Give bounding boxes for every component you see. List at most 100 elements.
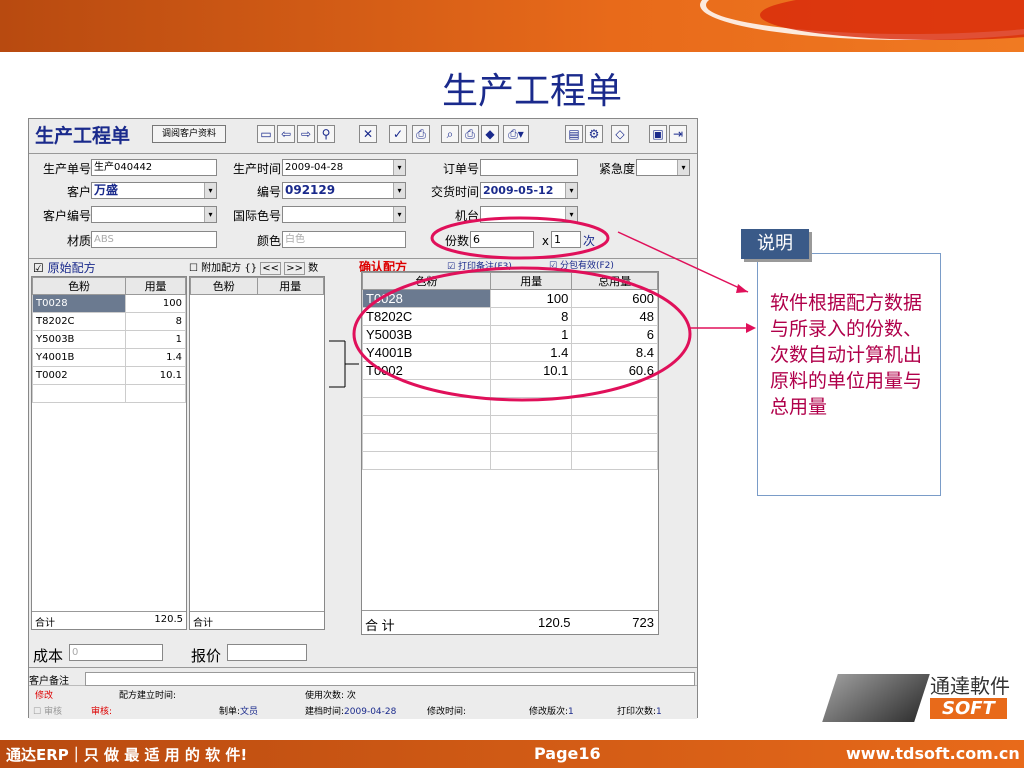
confirm-col-powder: 色粉: [362, 272, 491, 290]
machine-select[interactable]: ▾: [480, 206, 578, 223]
copies-label: 份数: [444, 234, 469, 248]
material-field[interactable]: ABS: [91, 231, 217, 248]
created-time-label: 配方建立时间:: [119, 691, 177, 701]
times-unit: 次: [583, 234, 596, 248]
print-icon[interactable]: ⎙: [461, 125, 479, 143]
extra-checkbox[interactable]: ☐: [189, 263, 198, 274]
table-row: [31, 384, 186, 403]
customer-select[interactable]: 万盛 ▾: [91, 182, 217, 199]
printer-icon[interactable]: ⎙: [412, 125, 430, 143]
urgency-label: 紧急度: [598, 162, 635, 176]
times-field[interactable]: 1: [551, 231, 581, 248]
prod-time-field[interactable]: 2009-04-28 ▾: [282, 159, 406, 176]
arrowhead-1: [736, 284, 748, 293]
table-row[interactable]: Y5003B 1: [31, 330, 186, 349]
preview-icon[interactable]: ⌕: [441, 125, 459, 143]
po-field[interactable]: [480, 159, 578, 176]
original-formula-title: ☑ 原始配方: [33, 261, 96, 275]
customer-note-row: 客户备注: [29, 672, 697, 687]
table-row[interactable]: Y4001B 1.4 8.4: [362, 343, 658, 362]
print-count: 打印次数:1: [617, 707, 662, 717]
order-no-field[interactable]: 生产040442: [91, 159, 217, 176]
diamond-icon[interactable]: ◆: [481, 125, 499, 143]
copies-field[interactable]: 6: [470, 231, 534, 248]
order-no-label: 生产单号: [42, 162, 91, 176]
intl-color-select[interactable]: ▾: [282, 206, 406, 223]
slide-title: 生产工程单: [441, 71, 622, 112]
next-button[interactable]: >>: [284, 262, 305, 275]
confirm-formula-table: 色粉 用量 总用量 T0028 100 600 T8202C 8 48 Y5003B 1 6 Y…: [361, 271, 659, 635]
table-row[interactable]: T8202C 8 48: [362, 307, 658, 326]
bracket-connector: [329, 340, 359, 388]
delivery-field[interactable]: 2009-05-12 ▾: [480, 182, 578, 199]
audit-label: 审核:: [91, 707, 113, 717]
view-customer-button[interactable]: 调阅客户资料: [152, 125, 226, 143]
maker: 制单:文员: [219, 707, 259, 717]
code-label: 编号: [256, 185, 281, 199]
settings-icon[interactable]: ⚙: [585, 125, 603, 143]
version: 修改版次:1: [529, 707, 574, 717]
table-row[interactable]: T0028 100 600: [362, 289, 658, 308]
tdsoft-logo: 通達軟件 SOFT: [822, 668, 1020, 728]
erp-window: 生产工程单 调阅客户资料 ▭ ⇦ ⇨ ⚲ ✕ ✓ ⎙ ⌕ ⎙ ◆ ⎙▾ ▤ ⚙ …: [28, 118, 698, 719]
extra-col-powder: 色粉: [190, 277, 258, 295]
app-title: 生产工程单: [35, 125, 131, 147]
website-url[interactable]: www.tdsoft.com.cn: [846, 744, 1020, 763]
pack-valid-option[interactable]: ☑ 分包有效(F2): [549, 258, 614, 271]
order-form: 生产单号 生产040442 生产时间 2009-04-28 ▾ 订单号 紧急度 ▾…: [29, 153, 697, 259]
color-field[interactable]: 白色: [282, 231, 406, 248]
table-row[interactable]: T0002 10.1: [31, 366, 186, 385]
arrowhead-2: [746, 323, 756, 333]
audit-checkbox[interactable]: ☐ 审核: [33, 704, 62, 717]
table-row[interactable]: T0028 100: [31, 294, 186, 313]
check-icon[interactable]: ✓: [389, 125, 407, 143]
cust-code-select[interactable]: ▾: [91, 206, 217, 223]
table-row[interactable]: Y4001B 1.4: [31, 348, 186, 367]
table-row[interactable]: Y5003B 1 6: [362, 325, 658, 344]
exit-icon[interactable]: ⇥: [669, 125, 687, 143]
print-dropdown-icon[interactable]: ⎙▾: [503, 125, 529, 143]
close-icon[interactable]: ✕: [359, 125, 377, 143]
original-formula-table: 色粉 用量 T0028 100 T8202C 8 Y5003B 1 Y4001B 1.4 …: [31, 276, 187, 630]
code-select[interactable]: 092129 ▾: [282, 182, 406, 199]
table-row[interactable]: T0002 10.1 60.6: [362, 361, 658, 380]
binoculars-icon[interactable]: ⚲: [317, 125, 335, 143]
company-slogan: 通达ERP｜只 做 最 适 用 的 软 件!: [6, 746, 248, 764]
intl-color-label: 国际色号: [232, 209, 281, 223]
archive-time: 建档时间:2009-04-28: [305, 707, 397, 717]
modify-label[interactable]: 修改: [35, 688, 53, 701]
report-icon[interactable]: ▤: [565, 125, 583, 143]
confirm-col-total: 总用量: [571, 272, 658, 290]
use-count: 使用次数: 次: [305, 691, 356, 701]
explanation-tag: 说明: [741, 229, 809, 259]
extra-formula-title: ☐ 附加配方 {} << >> 数: [189, 262, 319, 275]
machine-label: 机台: [454, 209, 479, 223]
save-icon[interactable]: ▣: [649, 125, 667, 143]
po-label: 订单号: [442, 162, 479, 176]
delivery-label: 交货时间: [430, 185, 479, 199]
material-label: 材质: [66, 234, 91, 248]
page-number: Page16: [534, 744, 601, 763]
table-row: [362, 379, 658, 398]
tag-icon[interactable]: ◇: [611, 125, 629, 143]
times-x-label: x: [541, 234, 549, 248]
table-row: [362, 397, 658, 416]
table-row[interactable]: T8202C 8: [31, 312, 186, 331]
quote-field[interactable]: [227, 644, 307, 661]
original-checkbox[interactable]: ☑: [33, 261, 44, 275]
prev-button[interactable]: <<: [260, 262, 282, 275]
original-col-amount: 用量: [125, 277, 186, 295]
table-row: [362, 433, 658, 452]
customer-label: 客户: [66, 185, 91, 199]
customer-note-field[interactable]: [85, 672, 695, 686]
extra-col-amount: 用量: [256, 277, 324, 295]
cost-field[interactable]: 0: [69, 644, 163, 661]
quote-label: 报价: [191, 647, 222, 665]
extra-total-row: 合计: [190, 611, 324, 629]
urgency-select[interactable]: ▾: [636, 159, 690, 176]
cost-label: 成本: [33, 647, 64, 665]
arrow-right-icon[interactable]: ⇨: [297, 125, 315, 143]
arrow-left-icon[interactable]: ⇦: [277, 125, 295, 143]
new-doc-icon[interactable]: ▭: [257, 125, 275, 143]
color-label: 颜色: [256, 234, 281, 248]
